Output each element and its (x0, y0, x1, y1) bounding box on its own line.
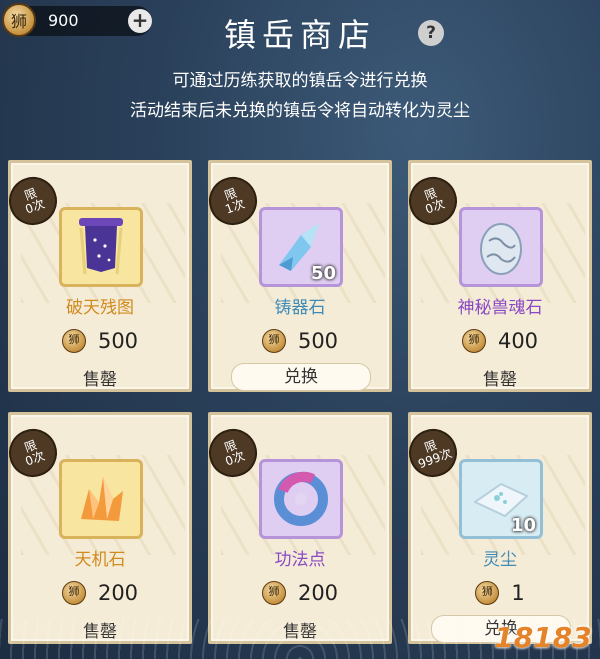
token-coin-icon: 狮 (461, 329, 486, 353)
item-quantity: 10 (510, 515, 536, 536)
item-icon-frame (59, 207, 143, 287)
orange-crystal-icon (81, 477, 123, 521)
item-name: 功法点 (274, 550, 326, 570)
sold-out-label: 售罄 (83, 370, 117, 390)
subtitle-line-2: 活动结束后未兑换的镇岳令将自动转化为灵尘 (130, 101, 470, 121)
item-price: 狮 200 (11, 581, 189, 605)
token-coin-icon: 狮 (61, 329, 86, 353)
token-coin-icon: 狮 (261, 581, 286, 605)
shop-item-card[interactable]: 限 0次 天机石 狮 200 售罄 (2, 412, 192, 644)
subtitle-line-1: 可通过历练获取的镇岳令进行兑换 (172, 71, 428, 91)
item-price: 狮 400 (411, 329, 589, 353)
item-icon-frame (459, 207, 543, 287)
shop-item-card[interactable]: 限 1次 50 铸器石 狮 500 兑换 (202, 160, 392, 392)
item-name: 天机石 (74, 550, 126, 570)
egg-icon (480, 223, 522, 275)
item-price: 狮 200 (211, 581, 389, 605)
site-watermark-logo: 18183 (494, 621, 592, 654)
item-name: 神秘兽魂石 (457, 298, 543, 318)
item-name: 灵尘 (483, 550, 517, 570)
item-price: 狮 500 (11, 329, 189, 353)
shop-grid: 限0次 破天残图 狮500 售罄 限1次 50 铸器石 狮500 兑换 (0, 150, 600, 659)
item-icon-frame (59, 459, 143, 539)
item-icon-frame: 50 (259, 207, 343, 287)
sold-out-label: 售罄 (483, 370, 517, 390)
ring-icon (274, 471, 328, 526)
item-price: 狮 500 (211, 329, 389, 353)
shop-item-card[interactable]: 限 0次 功法点 狮 200 售罄 (202, 412, 392, 644)
help-button[interactable]: ? (418, 20, 444, 46)
item-quantity: 50 (310, 263, 336, 284)
scroll-icon (79, 218, 123, 275)
item-name: 铸器石 (274, 298, 326, 318)
item-name: 破天残图 (66, 298, 134, 318)
page-title: 镇岳商店 (223, 16, 376, 54)
shop-header: 狮 900 + 镇岳商店 ? 可通过历练获取的镇岳令进行兑换 活动结束后未兑换的… (0, 0, 600, 140)
item-icon-frame (259, 459, 343, 539)
exchange-button[interactable]: 兑换 (231, 363, 371, 391)
token-coin-icon: 狮 (261, 329, 286, 353)
item-icon-frame: 10 (459, 459, 543, 539)
shop-item-card[interactable]: 限 0次 神秘兽魂石 狮 400 售罄 (402, 160, 592, 392)
token-coin-icon: 狮 (61, 581, 86, 605)
shop-item-card[interactable]: 限 0次 破天残图 狮 500 售罄 (2, 160, 192, 392)
